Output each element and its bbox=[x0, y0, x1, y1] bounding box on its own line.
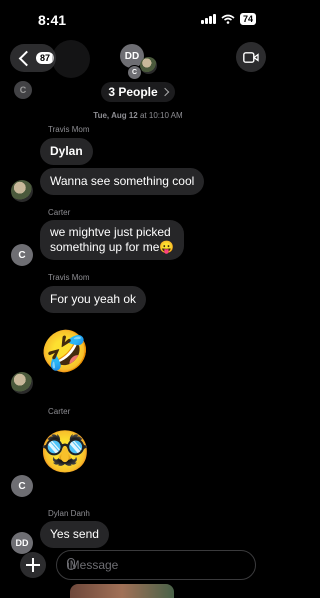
chevron-right-icon bbox=[160, 87, 169, 97]
avatar[interactable]: C bbox=[11, 244, 33, 266]
message-bubble[interactable]: Yes send bbox=[40, 521, 109, 548]
avatar[interactable] bbox=[11, 372, 33, 394]
sender-name: Carter bbox=[48, 208, 71, 217]
sender-name: Travis Mom bbox=[48, 273, 90, 282]
message-bubble[interactable]: For you yeah ok bbox=[40, 286, 147, 313]
message-bubble[interactable]: we mightve just picked something up for … bbox=[40, 220, 185, 260]
emoji-message[interactable]: 🥸 bbox=[40, 430, 90, 474]
status-bar: 8:41 74 bbox=[0, 0, 276, 36]
timestamp: Tue, Aug 12 at 10:10 AM bbox=[0, 111, 276, 120]
timestamp-day: Tue, Aug 12 bbox=[93, 111, 138, 120]
video-call-button[interactable] bbox=[236, 42, 266, 72]
photo-preview[interactable] bbox=[70, 584, 174, 598]
microphone-icon[interactable] bbox=[67, 558, 75, 570]
status-icons: 74 bbox=[200, 13, 256, 25]
message-line: we mightve just picked bbox=[50, 225, 171, 239]
plus-button[interactable] bbox=[20, 552, 46, 578]
avatar[interactable]: C bbox=[11, 475, 33, 497]
emoji-message[interactable]: 🤣 bbox=[40, 330, 90, 374]
avatar[interactable] bbox=[11, 180, 33, 202]
top-avatar: C bbox=[14, 81, 32, 99]
message-bubble[interactable]: Wanna see something cool bbox=[40, 168, 205, 195]
signal-icon bbox=[200, 14, 216, 24]
wifi-icon bbox=[221, 14, 235, 24]
sender-name: Carter bbox=[48, 407, 71, 416]
battery-icon: 74 bbox=[239, 13, 256, 25]
message-line: something up for me😛 bbox=[50, 240, 175, 254]
timestamp-time: at 10:10 AM bbox=[139, 111, 183, 120]
group-name: 3 People bbox=[108, 85, 158, 99]
sender-name: Travis Mom bbox=[48, 125, 90, 134]
video-camera-icon bbox=[243, 51, 259, 63]
composer: iMessage bbox=[0, 548, 276, 584]
message-bubble[interactable]: Dylan bbox=[40, 138, 93, 165]
group-avatar-photo bbox=[140, 57, 157, 74]
blurred-avatar bbox=[52, 40, 90, 78]
chevron-left-icon bbox=[18, 50, 35, 66]
group-avatar-member: C bbox=[127, 65, 142, 80]
status-time: 8:41 bbox=[38, 12, 67, 28]
group-name-button[interactable]: 3 People bbox=[101, 82, 175, 102]
sender-name: Dylan Danh bbox=[48, 509, 90, 518]
message-input[interactable]: iMessage bbox=[56, 550, 256, 580]
back-button[interactable]: 87 bbox=[10, 44, 56, 72]
